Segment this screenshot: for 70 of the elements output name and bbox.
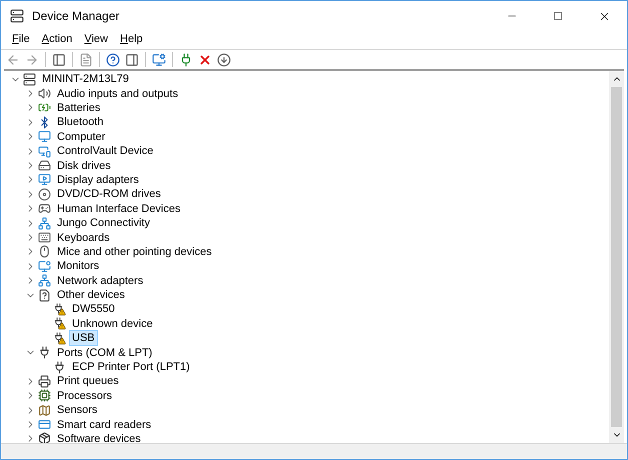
tree-item[interactable]: Bluetooth	[54, 114, 106, 130]
tree-item[interactable]: Processors	[54, 388, 116, 404]
menu-item[interactable]: View	[79, 32, 113, 46]
network-device-icon	[38, 216, 51, 230]
keyboard-icon	[38, 230, 51, 244]
tree-item[interactable]: Smart card readers	[54, 416, 154, 433]
scrollbar[interactable]	[609, 71, 624, 443]
tree-item[interactable]: Other devices	[54, 287, 128, 304]
tree-item[interactable]: Mice and other pointing devices	[54, 244, 215, 260]
tree-item[interactable]: Network adapters	[54, 272, 146, 289]
menu-item[interactable]: Help	[115, 32, 148, 46]
network-icon	[38, 274, 51, 288]
sensor-icon	[38, 404, 51, 417]
display-icon	[38, 173, 51, 186]
tree-item[interactable]: Display adapters	[54, 172, 142, 188]
tree-item[interactable]: Audio inputs and outputs	[54, 86, 182, 102]
drive-icon	[38, 159, 51, 172]
tree-item[interactable]: USB	[69, 330, 98, 346]
help-icon	[106, 52, 120, 66]
tree-item[interactable]: Sensors	[54, 402, 100, 418]
monitor-icon	[38, 260, 51, 273]
unknown-device-icon	[38, 288, 51, 302]
tree-item[interactable]: Computer	[54, 128, 108, 145]
uninstall-icon	[198, 52, 212, 66]
download-button[interactable]	[216, 52, 232, 68]
speaker-icon	[38, 87, 51, 100]
action-pane-icon	[125, 52, 139, 66]
port-icon	[38, 346, 51, 360]
processor-icon	[38, 389, 51, 402]
network-device-icon	[38, 144, 51, 158]
app-icon	[10, 9, 24, 23]
input-device-icon	[38, 202, 51, 216]
console-tree-icon	[52, 52, 66, 66]
help-button[interactable]	[105, 52, 121, 68]
tree-item[interactable]: Unknown device	[69, 316, 156, 332]
tree-item[interactable]: ControlVault Device	[54, 143, 156, 160]
download-icon	[217, 52, 231, 66]
scan-hardware-icon	[152, 52, 166, 66]
maximize-icon	[553, 11, 563, 21]
tree-item[interactable]: Print queues	[54, 373, 122, 390]
tree-item[interactable]: Keyboards	[54, 230, 113, 246]
tree-item[interactable]: Ports (COM & LPT)	[54, 344, 156, 361]
tree-item[interactable]: ECP Printer Port (LPT1)	[69, 359, 193, 376]
tree-item[interactable]: Human Interface Devices	[54, 200, 184, 217]
monitor-icon	[38, 130, 51, 144]
card-reader-icon	[38, 418, 51, 432]
tree-item[interactable]: Monitors	[54, 258, 102, 274]
disc-icon	[38, 188, 51, 201]
add-device-icon	[179, 52, 193, 66]
tree-item[interactable]: DW5550	[69, 301, 118, 318]
tree-item[interactable]: Software devices	[54, 430, 144, 443]
battery-icon	[38, 101, 51, 114]
console-tree-button[interactable]	[51, 52, 67, 68]
mouse-icon	[38, 245, 51, 258]
tree-item[interactable]: Batteries	[54, 100, 104, 116]
menu-item[interactable]: File	[7, 32, 35, 46]
forward-arrow-icon	[25, 52, 39, 66]
scan-hardware-button[interactable]	[151, 52, 167, 68]
bluetooth-icon	[38, 116, 51, 129]
computer-icon	[23, 72, 36, 86]
action-pane-button[interactable]	[124, 52, 140, 68]
properties-icon	[79, 52, 93, 66]
tree-item[interactable]: Disk drives	[54, 158, 114, 174]
menu-item[interactable]: Action	[36, 32, 78, 46]
software-icon	[38, 432, 51, 443]
tree-item[interactable]: Jungo Connectivity	[54, 215, 153, 232]
window-title: Device Manager	[32, 8, 120, 25]
tree-item[interactable]: MININT-2M13L79	[39, 71, 132, 88]
printer-icon	[38, 374, 51, 388]
tree-item[interactable]: DVD/CD-ROM drives	[54, 186, 164, 202]
